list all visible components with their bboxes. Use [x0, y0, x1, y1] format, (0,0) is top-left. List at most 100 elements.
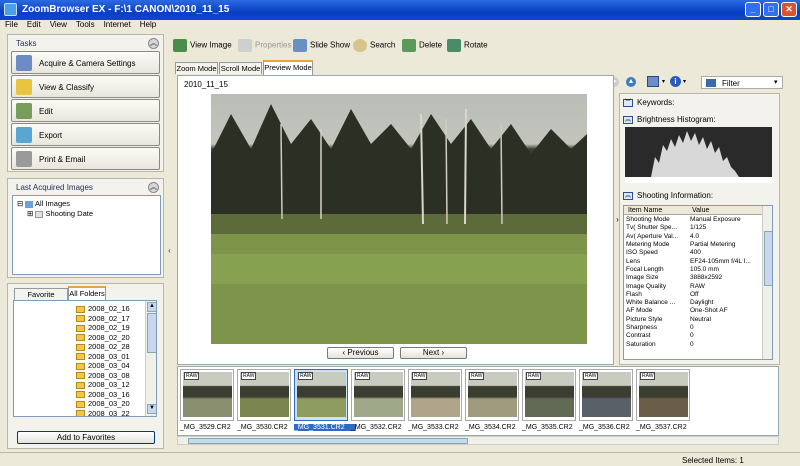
maximize-button[interactable]: □	[763, 2, 779, 17]
folder-item[interactable]: 2008_03_04	[76, 361, 130, 370]
thumbnail[interactable]: RAW	[636, 369, 690, 421]
table-row[interactable]: Image Size 3888x2592	[624, 274, 762, 282]
scroll-thumb[interactable]	[188, 438, 468, 444]
keywords-header[interactable]: ︾ Keywords:	[623, 98, 674, 109]
slide-show-button[interactable]: Slide Show	[293, 39, 350, 53]
view-classify-button[interactable]: View & Classify	[11, 75, 160, 98]
thumbnail-caption[interactable]: _MG_3529.CR2	[180, 424, 242, 431]
close-button[interactable]: ✕	[781, 2, 797, 17]
thumbnail-caption[interactable]: _MG_3534.CR2	[465, 424, 527, 431]
table-row[interactable]: Tv( Shutter Spe... 1/125	[624, 224, 762, 232]
tab-scroll-mode[interactable]: Scroll Mode	[219, 62, 262, 74]
shooting-info-header[interactable]: ︽ Shooting Information:	[623, 191, 713, 202]
folder-item[interactable]: 2008_02_19	[76, 323, 130, 332]
table-row[interactable]: Image Quality RAW	[624, 282, 762, 290]
thumbnail-caption[interactable]: _MG_3536.CR2	[579, 424, 641, 431]
tree-item-all-images[interactable]: ⊟ All Images	[17, 199, 70, 208]
folder-item[interactable]: 2008_02_20	[76, 333, 130, 342]
table-row[interactable]: Flash Off	[624, 291, 762, 299]
thumbnail[interactable]: RAW	[465, 369, 519, 421]
table-row[interactable]: White Balance ... Daylight	[624, 299, 762, 307]
histogram-header[interactable]: ︽ Brightness Histogram:	[623, 115, 716, 126]
info-icon[interactable]: i	[670, 76, 681, 87]
minimize-button[interactable]: _	[745, 2, 761, 17]
tab-favorite-folders[interactable]: Favorite Folders	[14, 288, 68, 310]
table-row[interactable]: Contrast 0	[624, 332, 762, 340]
scroll-thumb[interactable]	[147, 313, 156, 353]
scroll-down-icon[interactable]: ▼	[147, 404, 156, 414]
up-folder-icon[interactable]: ▲	[626, 77, 636, 87]
export-button[interactable]: Export	[11, 123, 160, 146]
tab-all-folders[interactable]: All Folders	[68, 286, 106, 300]
table-row[interactable]: Av( Aperture Val... 4.0	[624, 233, 762, 241]
thumbnail[interactable]: RAW	[408, 369, 462, 421]
splitter-arrow-icon[interactable]: ‹	[166, 226, 173, 276]
info-scrollbar[interactable]	[762, 206, 772, 359]
tab-zoom-mode[interactable]: Zoom Mode	[175, 62, 218, 74]
menu-tools[interactable]: Tools	[76, 20, 95, 29]
thumbnail-caption[interactable]: _MG_3530.CR2	[237, 424, 299, 431]
print-email-button[interactable]: Print & Email	[11, 147, 160, 170]
thumbnail-caption[interactable]: _MG_3533.CR2	[408, 424, 470, 431]
scroll-thumb[interactable]	[764, 231, 772, 286]
folder-item[interactable]: 2008_03_12	[76, 380, 130, 389]
thumbnail-caption[interactable]: _MG_3531.CR2	[294, 424, 356, 431]
properties-button[interactable]: Properties	[238, 39, 291, 53]
folder-item[interactable]: 2008_02_17	[76, 314, 130, 323]
thumbnail-caption[interactable]: _MG_3535.CR2	[522, 424, 584, 431]
table-row[interactable]: ISO Speed 400	[624, 249, 762, 257]
thumbnail[interactable]: RAW	[294, 369, 348, 421]
thumbnail-caption[interactable]: _MG_3537.CR2	[636, 424, 698, 431]
table-row[interactable]: Picture Style Neutral	[624, 316, 762, 324]
column-header-item-name[interactable]: Item Name	[628, 207, 662, 214]
folder-item[interactable]: 2008_03_22	[76, 409, 130, 416]
table-row[interactable]: Metering Mode Partial Metering	[624, 241, 762, 249]
next-button[interactable]: Next ›	[400, 347, 467, 359]
folder-item[interactable]: 2008_03_08	[76, 371, 130, 380]
table-row[interactable]: Saturation 0	[624, 340, 762, 348]
menu-edit[interactable]: Edit	[27, 20, 41, 29]
collapse-icon[interactable]: ︽	[148, 38, 159, 49]
thumbnail[interactable]: RAW	[579, 369, 633, 421]
menu-help[interactable]: Help	[140, 20, 156, 29]
thumbnail[interactable]: RAW	[180, 369, 234, 421]
menu-view[interactable]: View	[50, 20, 67, 29]
folder-item[interactable]: 2008_03_20	[76, 399, 130, 408]
menu-internet[interactable]: Internet	[104, 20, 131, 29]
scroll-up-icon[interactable]: ▲	[147, 302, 156, 312]
chevron-down-icon[interactable]: ▾	[683, 78, 686, 85]
acquire-camera-settings-button[interactable]: Acquire & Camera Settings	[11, 51, 160, 74]
filter-dropdown[interactable]: Filter ▾	[701, 76, 783, 89]
rotate-button[interactable]: Rotate	[447, 39, 488, 53]
table-row[interactable]: AF Mode One-Shot AF	[624, 307, 762, 315]
chevron-down-icon[interactable]: ▾	[662, 78, 665, 85]
printer-icon	[16, 151, 32, 167]
thumbnail-caption[interactable]: _MG_3532.CR2	[351, 424, 413, 431]
folder-scrollbar[interactable]: ▲ ▼	[145, 301, 156, 416]
folder-item[interactable]: 2008_03_16	[76, 390, 130, 399]
menu-file[interactable]: File	[5, 20, 18, 29]
column-header-value[interactable]: Value	[692, 207, 709, 214]
table-row[interactable]: Focal Length 105.0 mm	[624, 266, 762, 274]
display-options-icon[interactable]	[647, 76, 659, 87]
view-image-button[interactable]: View Image	[173, 39, 232, 53]
previous-button[interactable]: ‹ Previous	[327, 347, 394, 359]
folder-item[interactable]: 2008_03_01	[76, 352, 130, 361]
tab-preview-mode[interactable]: Preview Mode	[263, 60, 313, 75]
search-button[interactable]: Search	[353, 39, 395, 53]
thumbnail[interactable]: RAW	[237, 369, 291, 421]
tree-item-shooting-date[interactable]: ⊞ Shooting Date	[27, 209, 93, 218]
add-to-favorites-button[interactable]: Add to Favorites	[17, 431, 155, 444]
table-row[interactable]: Shooting Mode Manual Exposure	[624, 216, 762, 224]
table-row[interactable]: Lens EF24-105mm f/4L I...	[624, 257, 762, 265]
preview-image[interactable]	[211, 94, 587, 344]
folder-item[interactable]: 2008_02_16	[76, 304, 130, 313]
thumbnail[interactable]: RAW	[522, 369, 576, 421]
folder-item[interactable]: 2008_02_28	[76, 342, 130, 351]
thumbnail[interactable]: RAW	[351, 369, 405, 421]
collapse-icon[interactable]: ︽	[148, 182, 159, 193]
edit-button[interactable]: Edit	[11, 99, 160, 122]
table-row[interactable]: Sharpness 0	[624, 324, 762, 332]
thumbnail-scrollbar[interactable]	[177, 436, 779, 445]
delete-button[interactable]: Delete	[402, 39, 442, 53]
